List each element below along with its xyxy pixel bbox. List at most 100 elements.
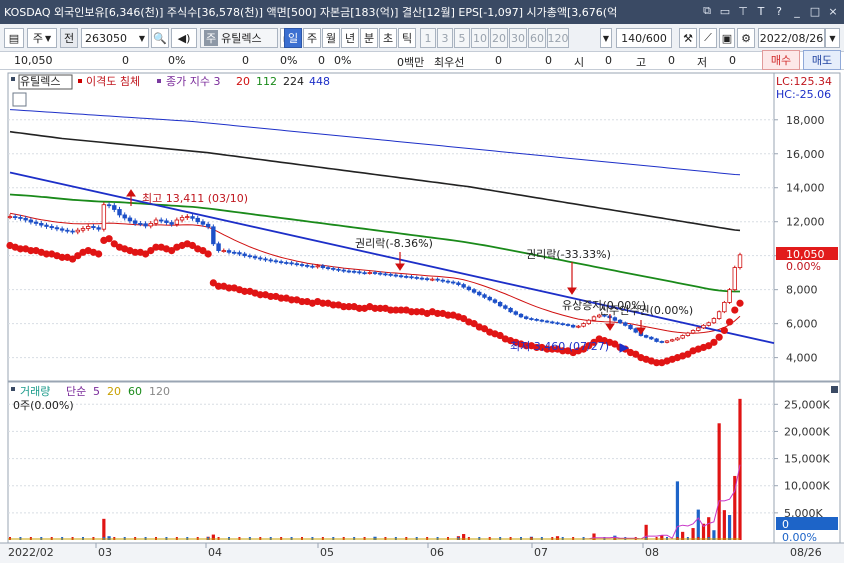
open-value: 0 [605,54,612,67]
candle-body [690,330,696,334]
interval-button-5[interactable]: 5 [454,28,470,48]
table-icon[interactable] [12,92,27,107]
pin-icon[interactable]: ⊤ [736,3,750,19]
code-dropdown-icon[interactable]: ▼ [136,28,149,48]
volume-bar [722,510,726,540]
stock-chart[interactable]: 18,00016,00014,00012,00010,0008,0006,000… [0,70,844,563]
candle-body [185,216,190,219]
copy-icon[interactable]: ▭ [718,3,732,19]
candle-settings-icon[interactable]: ⚒ [679,28,697,48]
high-annotation: 최고 13,411 (03/10) [142,192,248,205]
grid-toggle-icon[interactable]: ▤ [4,28,24,48]
candle-body [75,229,80,233]
interval-button-30[interactable]: 30 [509,28,527,48]
candle-body [190,216,195,219]
period-tab-4[interactable]: 분 [360,28,378,48]
legend-ma-448: 448 [309,75,330,88]
amount-value: 0 [318,54,325,67]
minimize-icon[interactable]: _ [790,3,804,19]
candle-body [164,220,169,223]
stock-name-field[interactable]: 주 유틸렉스 [200,28,278,48]
legend-ma-swatch [157,79,161,83]
price-tick-label: 8,000 [786,284,818,297]
candle-body [524,316,529,319]
candle-body [226,250,232,253]
candle-body [435,278,440,281]
gear-icon[interactable]: ⚙ [737,28,755,48]
candle-body [305,264,310,267]
period-tab-1[interactable]: 주 [303,28,321,48]
interval-button-20[interactable]: 20 [490,28,508,48]
volume-value-text: 0주(0.00%) [13,399,74,412]
period-tab-6[interactable]: 틱 [398,28,416,48]
search-icon[interactable]: 🔍 [151,28,169,48]
volume-value: 0 [242,54,249,67]
save-icon[interactable]: ▣ [719,28,735,48]
market-label[interactable]: 전 [60,28,78,48]
line-tool-icon[interactable]: ⟋ [699,28,717,48]
period-tab-3[interactable]: 년 [341,28,359,48]
candle-body [430,278,435,281]
maximize-icon[interactable]: □ [808,3,822,19]
candle-body [451,281,456,284]
candle-body [367,272,372,274]
candle-body [148,223,153,227]
candle-body [86,226,91,229]
period-tab-2[interactable]: 월 [322,28,340,48]
change-value: 0 [122,54,129,67]
disparity-dot [715,333,723,341]
candle-body [466,286,472,291]
count-input[interactable]: 140/600 [616,28,672,48]
candle-body [216,243,221,251]
candle-body [122,214,127,219]
interval-button-120[interactable]: 120 [547,28,569,48]
text-icon[interactable]: T [754,3,768,19]
legend-ma-20: 20 [236,75,250,88]
volume-panel-frame [7,381,775,544]
warrant-annotation: 신주인수권(0.00%) [599,304,693,317]
volume-tick-label: 10,000K [784,480,830,493]
legend-stock-name: 유틸렉스 [20,75,60,88]
period-type-select[interactable]: 주 ▼ [27,28,57,48]
interval-button-10[interactable]: 10 [471,28,489,48]
volume-legend-icon [11,387,15,391]
calendar-dropdown-icon[interactable]: ▼ [825,28,840,48]
candle-body [393,274,399,277]
candle-body [654,338,659,342]
volume-panel-menu-icon[interactable] [831,386,838,393]
candle-body [179,217,185,221]
help-icon[interactable]: ? [772,3,786,19]
candle-body [534,318,539,321]
restore-icon[interactable]: ⧉ [700,3,714,19]
candle-body [310,265,315,268]
candle-body [398,275,404,278]
candle-body [456,282,461,285]
x-axis-label: 08 [645,546,659,559]
period-tab-5[interactable]: 초 [379,28,397,48]
interval-button-1[interactable]: 1 [420,28,436,48]
candle-body [117,209,122,216]
x-axis-label: 07 [534,546,548,559]
interval-button-60[interactable]: 60 [528,28,546,48]
sell-button[interactable]: 매도 [803,50,841,70]
candle-body [706,322,711,326]
price-tick-label: 4,000 [786,352,818,365]
close-icon[interactable]: × [826,3,840,19]
candle-body [570,324,576,328]
candle-body [732,267,737,291]
candle-body [351,270,357,273]
amount-percent: 0% [334,54,352,67]
candle-body [357,271,362,274]
candle-body [409,276,414,279]
candle-body [70,230,75,233]
candle-body [331,268,336,270]
speaker-icon[interactable]: ◀) [171,28,197,48]
date-input[interactable]: 2022/08/26 [758,28,825,48]
count-dropdown-icon[interactable]: ▼ [600,28,612,48]
candle-body [445,280,451,283]
period-tab-0[interactable]: 일 [284,28,302,48]
interval-button-3[interactable]: 3 [437,28,453,48]
candle-body [649,336,654,340]
buy-button[interactable]: 매수 [762,50,800,70]
candle-body [565,324,571,326]
